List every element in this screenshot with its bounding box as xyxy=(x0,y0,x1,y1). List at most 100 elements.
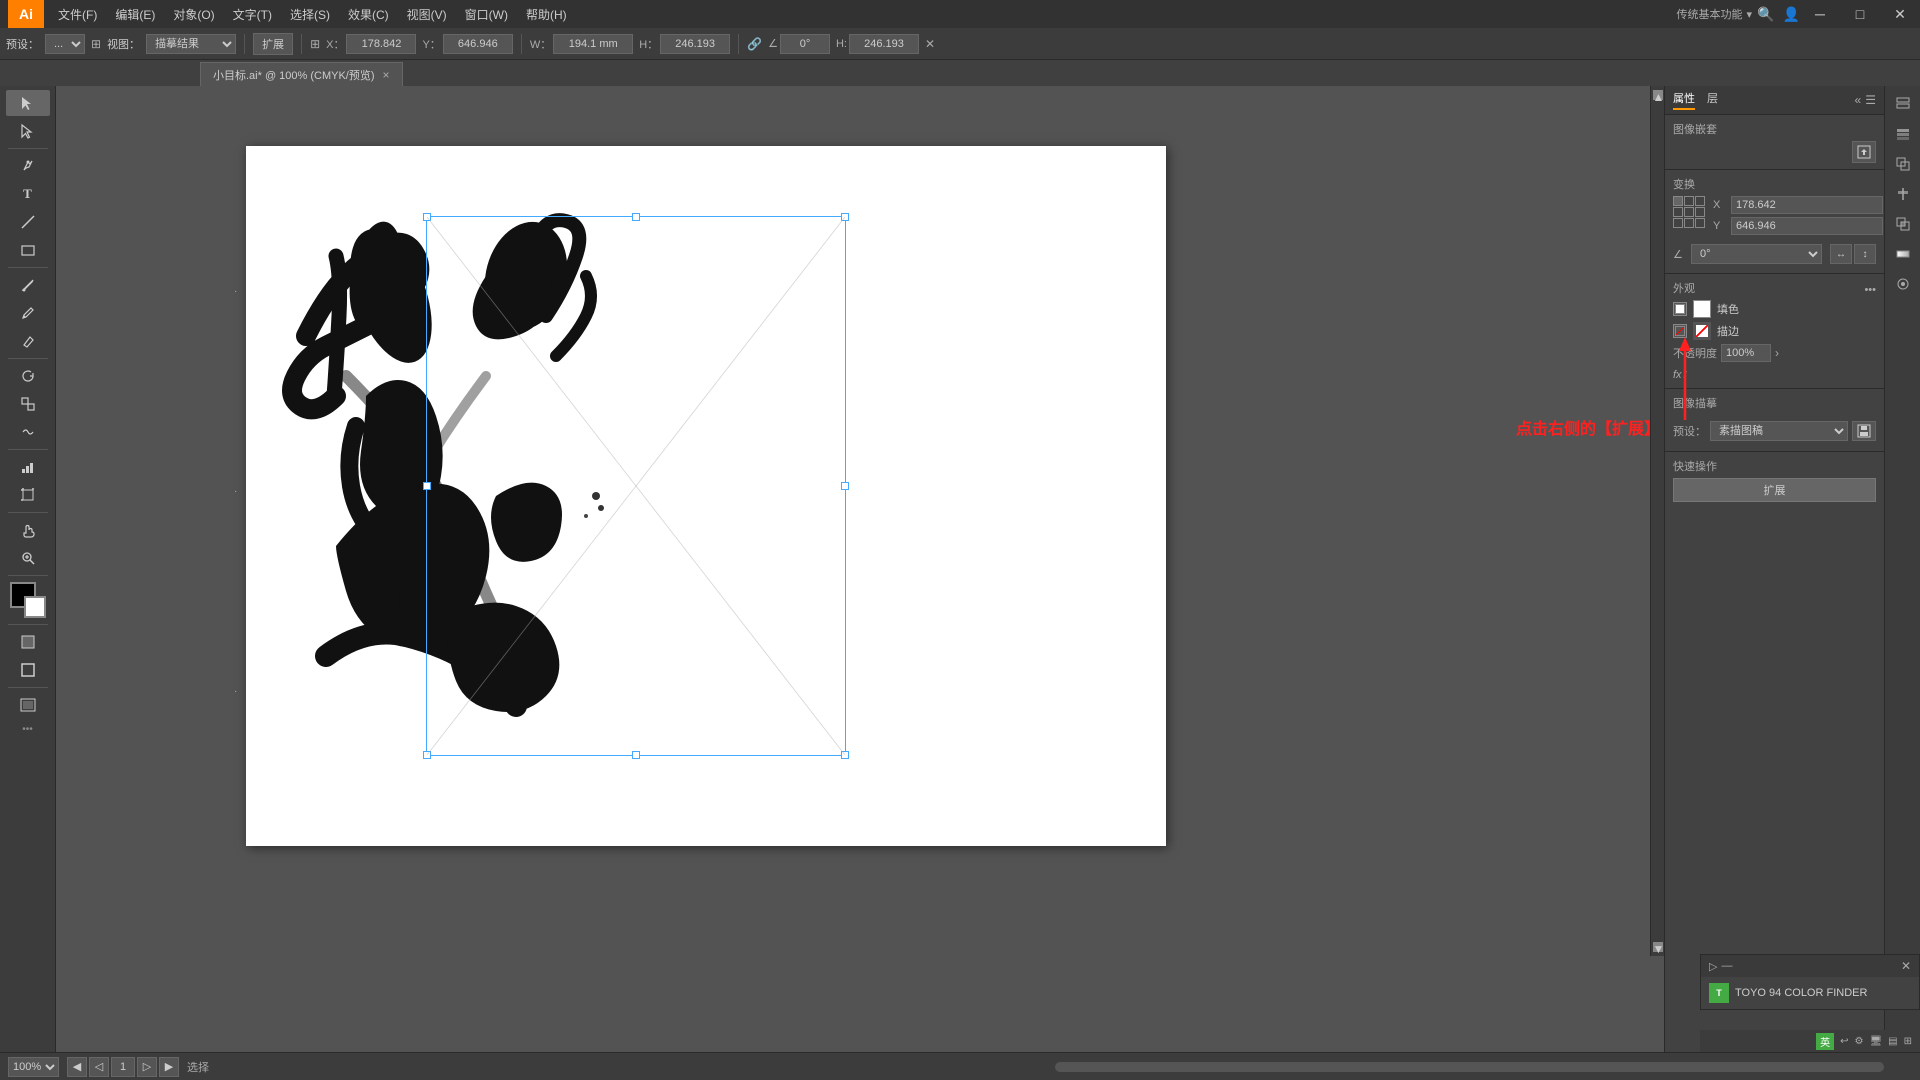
horizontal-scrollbar[interactable] xyxy=(1055,1062,1885,1072)
expand-button[interactable]: 扩展 xyxy=(253,33,293,55)
scroll-up-btn[interactable]: ▲ xyxy=(1653,90,1663,100)
more-options-icon[interactable]: ✕ xyxy=(925,37,935,51)
tray-icon1[interactable]: ↩ xyxy=(1840,1036,1848,1047)
workspace-dropdown-icon[interactable]: ▾ xyxy=(1746,8,1752,21)
selection-tool[interactable] xyxy=(6,90,50,116)
menu-effect[interactable]: 效果(C) xyxy=(340,0,397,28)
anchor-ml[interactable] xyxy=(1673,207,1683,217)
rect-tool[interactable] xyxy=(6,237,50,263)
y-input[interactable] xyxy=(443,34,513,54)
type-tool[interactable]: T xyxy=(6,181,50,207)
h-input[interactable] xyxy=(660,34,730,54)
menu-help[interactable]: 帮助(H) xyxy=(518,0,575,28)
tab-layers[interactable]: 层 xyxy=(1707,90,1718,110)
scroll-right-btn[interactable] xyxy=(1892,1057,1912,1077)
stroke-mode-btn[interactable] xyxy=(6,657,50,683)
tray-ime[interactable]: 英 xyxy=(1816,1033,1834,1050)
anchor-bl[interactable] xyxy=(1673,218,1683,228)
warp-tool[interactable] xyxy=(6,419,50,445)
preset-select[interactable]: ... xyxy=(45,34,85,54)
anchor-tr[interactable] xyxy=(1695,196,1705,206)
quick-expand-button[interactable]: 扩展 xyxy=(1673,478,1876,502)
line-tool[interactable] xyxy=(6,209,50,235)
paintbrush-tool[interactable] xyxy=(6,272,50,298)
anchor-br[interactable] xyxy=(1695,218,1705,228)
toyo-close-icon[interactable]: ✕ xyxy=(1901,959,1911,973)
menu-file[interactable]: 文件(F) xyxy=(50,0,105,28)
menu-edit[interactable]: 编辑(E) xyxy=(107,0,163,28)
tray-icon2[interactable]: ⚙ xyxy=(1854,1036,1863,1047)
tray-icon4[interactable]: ▤ xyxy=(1888,1036,1897,1047)
anchor-mr[interactable] xyxy=(1695,207,1705,217)
layers-panel-icon[interactable] xyxy=(1889,120,1917,148)
tray-icon3[interactable]: 🖥 xyxy=(1869,1036,1882,1047)
vertical-scrollbar[interactable]: ▲ ▼ xyxy=(1650,86,1664,956)
next-page-btn[interactable]: ▷ xyxy=(137,1057,157,1077)
flip-h-btn[interactable]: ↔ xyxy=(1830,244,1852,264)
prev-page-btn2[interactable]: ◁ xyxy=(89,1057,109,1077)
angle-input[interactable] xyxy=(780,34,830,54)
fill-color-swatch[interactable] xyxy=(1693,300,1711,318)
opacity-input[interactable] xyxy=(1721,344,1771,362)
fill-mode-btn[interactable] xyxy=(6,629,50,655)
trace-preset-select[interactable]: 素描图稿 xyxy=(1710,421,1848,441)
properties-panel-icon[interactable] xyxy=(1889,90,1917,118)
toyo-title-minimize[interactable]: — xyxy=(1721,960,1732,972)
toyo-expand-icon[interactable]: ▷ xyxy=(1709,960,1717,973)
scale-tool[interactable] xyxy=(6,391,50,417)
angle-select[interactable]: 0° xyxy=(1691,244,1822,264)
x-transform-input[interactable] xyxy=(1731,196,1883,214)
close-button[interactable]: ✕ xyxy=(1880,0,1920,28)
minimize-button[interactable]: ─ xyxy=(1800,0,1840,28)
pathfinder-panel-icon[interactable] xyxy=(1889,210,1917,238)
menu-window[interactable]: 窗口(W) xyxy=(457,0,516,28)
screen-mode-btn[interactable] xyxy=(6,692,50,718)
tab-close-button[interactable]: × xyxy=(383,68,390,82)
w-input[interactable] xyxy=(553,34,633,54)
menu-view[interactable]: 视图(V) xyxy=(399,0,455,28)
adobe-account-icon[interactable]: 👤 xyxy=(1783,6,1800,23)
tray-icon5[interactable]: ⊞ xyxy=(1904,1036,1912,1047)
zoom-select[interactable]: 100% xyxy=(8,1057,59,1077)
anchor-mc[interactable] xyxy=(1684,207,1694,217)
more-tools[interactable]: ••• xyxy=(22,724,33,735)
appearance-panel-icon[interactable] xyxy=(1889,270,1917,298)
flip-v-btn[interactable]: ↕ xyxy=(1854,244,1876,264)
trace-save-btn[interactable] xyxy=(1852,421,1876,441)
menu-text[interactable]: 文字(T) xyxy=(225,0,280,28)
image-embed-btn[interactable] xyxy=(1852,141,1876,163)
prev-page-btn[interactable]: ◀ xyxy=(67,1057,87,1077)
fill-visibility-btn[interactable] xyxy=(1673,302,1687,316)
appearance-menu-icon[interactable]: ••• xyxy=(1864,284,1876,296)
background-color[interactable] xyxy=(24,596,46,618)
eraser-tool[interactable] xyxy=(6,328,50,354)
search-icon[interactable]: 🔍 xyxy=(1757,6,1774,23)
maximize-button[interactable]: □ xyxy=(1840,0,1880,28)
opacity-expand-btn[interactable]: › xyxy=(1775,346,1779,360)
tab-properties[interactable]: 属性 xyxy=(1673,90,1695,110)
anchor-bc[interactable] xyxy=(1684,218,1694,228)
menu-object[interactable]: 对象(O) xyxy=(165,0,222,28)
artboard-tool[interactable] xyxy=(6,482,50,508)
h2-input[interactable] xyxy=(849,34,919,54)
pen-tool[interactable] xyxy=(6,153,50,179)
y-transform-input[interactable] xyxy=(1731,217,1883,235)
link-icon[interactable]: 🔗 xyxy=(747,37,762,51)
x-input[interactable] xyxy=(346,34,416,54)
panel-menu-icon[interactable]: ☰ xyxy=(1865,93,1876,107)
document-tab[interactable]: 小目标.ai* @ 100% (CMYK/预览) × xyxy=(200,62,403,86)
direct-selection-tool[interactable] xyxy=(6,118,50,144)
graph-tool[interactable] xyxy=(6,454,50,480)
zoom-tool[interactable] xyxy=(6,545,50,571)
align-panel-icon[interactable] xyxy=(1889,180,1917,208)
rotate-tool[interactable] xyxy=(6,363,50,389)
view-select[interactable]: 描摹结果 xyxy=(146,34,236,54)
menu-select[interactable]: 选择(S) xyxy=(282,0,338,28)
panel-expand-icon[interactable]: « xyxy=(1855,93,1862,107)
page-number-input[interactable] xyxy=(111,1057,135,1077)
anchor-tl[interactable] xyxy=(1673,196,1683,206)
hand-tool[interactable] xyxy=(6,517,50,543)
next-page-btn2[interactable]: ▶ xyxy=(159,1057,179,1077)
scroll-down-btn[interactable]: ▼ xyxy=(1653,942,1663,952)
anchor-tc[interactable] xyxy=(1684,196,1694,206)
